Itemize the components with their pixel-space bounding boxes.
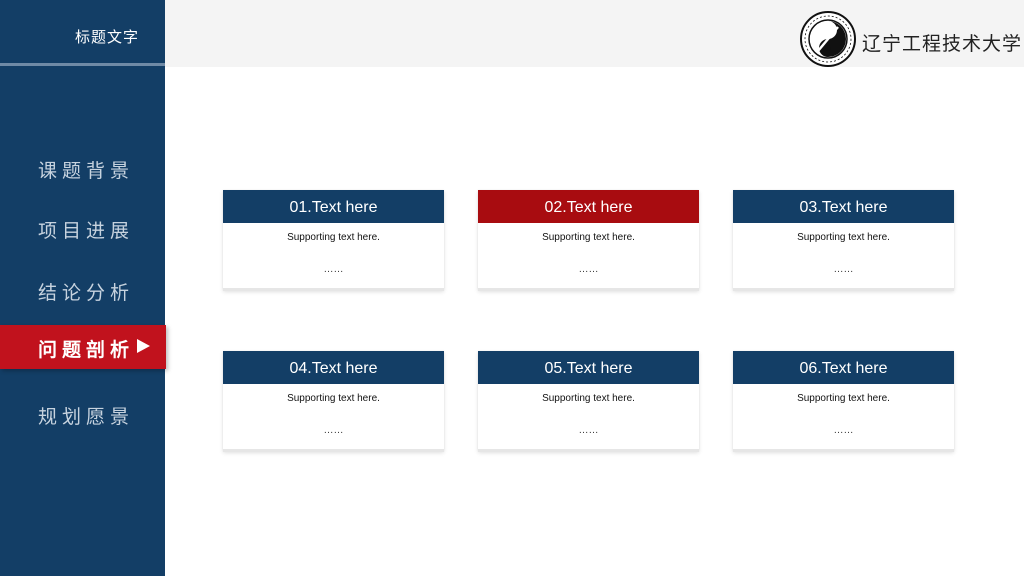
sidebar-item-label: 项目进展 xyxy=(38,220,135,242)
triangle-right-icon xyxy=(137,339,150,353)
card-title: 05.Text here xyxy=(478,351,699,384)
card-3[interactable]: 03.Text here Supporting text here. …… xyxy=(733,190,954,291)
card-6[interactable]: 06.Text here Supporting text here. …… xyxy=(733,351,954,452)
card-subtitle: Supporting text here. xyxy=(797,393,890,404)
card-title: 02.Text here xyxy=(478,190,699,223)
sidebar-item-problems[interactable]: 问题剖析 xyxy=(0,325,166,369)
card-title: 01.Text here xyxy=(223,190,444,223)
sidebar-item-label: 问题剖析 xyxy=(38,339,135,361)
sidebar-item-vision[interactable]: 规划愿景 xyxy=(0,392,165,436)
university-seal-icon xyxy=(800,11,856,67)
card-ellipsis: …… xyxy=(323,425,344,436)
card-ellipsis: …… xyxy=(578,264,599,275)
card-title: 04.Text here xyxy=(223,351,444,384)
sidebar: 标题文字 课题背景 项目进展 结论分析 问题剖析 规划愿景 xyxy=(0,0,166,576)
sidebar-item-label: 课题背景 xyxy=(38,160,135,182)
card-4[interactable]: 04.Text here Supporting text here. …… xyxy=(223,351,444,452)
card-ellipsis: …… xyxy=(833,264,854,275)
card-ellipsis: …… xyxy=(578,425,599,436)
card-2[interactable]: 02.Text here Supporting text here. …… xyxy=(478,190,699,291)
card-ellipsis: …… xyxy=(323,264,344,275)
card-title: 06.Text here xyxy=(733,351,954,384)
sidebar-item-label: 结论分析 xyxy=(38,282,135,304)
card-subtitle: Supporting text here. xyxy=(542,232,635,243)
card-ellipsis: …… xyxy=(833,425,854,436)
card-subtitle: Supporting text here. xyxy=(542,393,635,404)
sidebar-title: 标题文字 xyxy=(0,0,165,66)
sidebar-item-label: 规划愿景 xyxy=(38,406,135,428)
card-subtitle: Supporting text here. xyxy=(797,232,890,243)
card-subtitle: Supporting text here. xyxy=(287,393,380,404)
card-5[interactable]: 05.Text here Supporting text here. …… xyxy=(478,351,699,452)
university-name: 辽宁工程技术大学 xyxy=(862,33,1023,55)
sidebar-title-text: 标题文字 xyxy=(75,28,140,46)
card-subtitle: Supporting text here. xyxy=(287,232,380,243)
sidebar-item-analysis[interactable]: 结论分析 xyxy=(0,268,165,312)
card-1[interactable]: 01.Text here Supporting text here. …… xyxy=(223,190,444,291)
sidebar-item-background[interactable]: 课题背景 xyxy=(0,146,165,190)
sidebar-item-progress[interactable]: 项目进展 xyxy=(0,206,165,250)
card-title: 03.Text here xyxy=(733,190,954,223)
